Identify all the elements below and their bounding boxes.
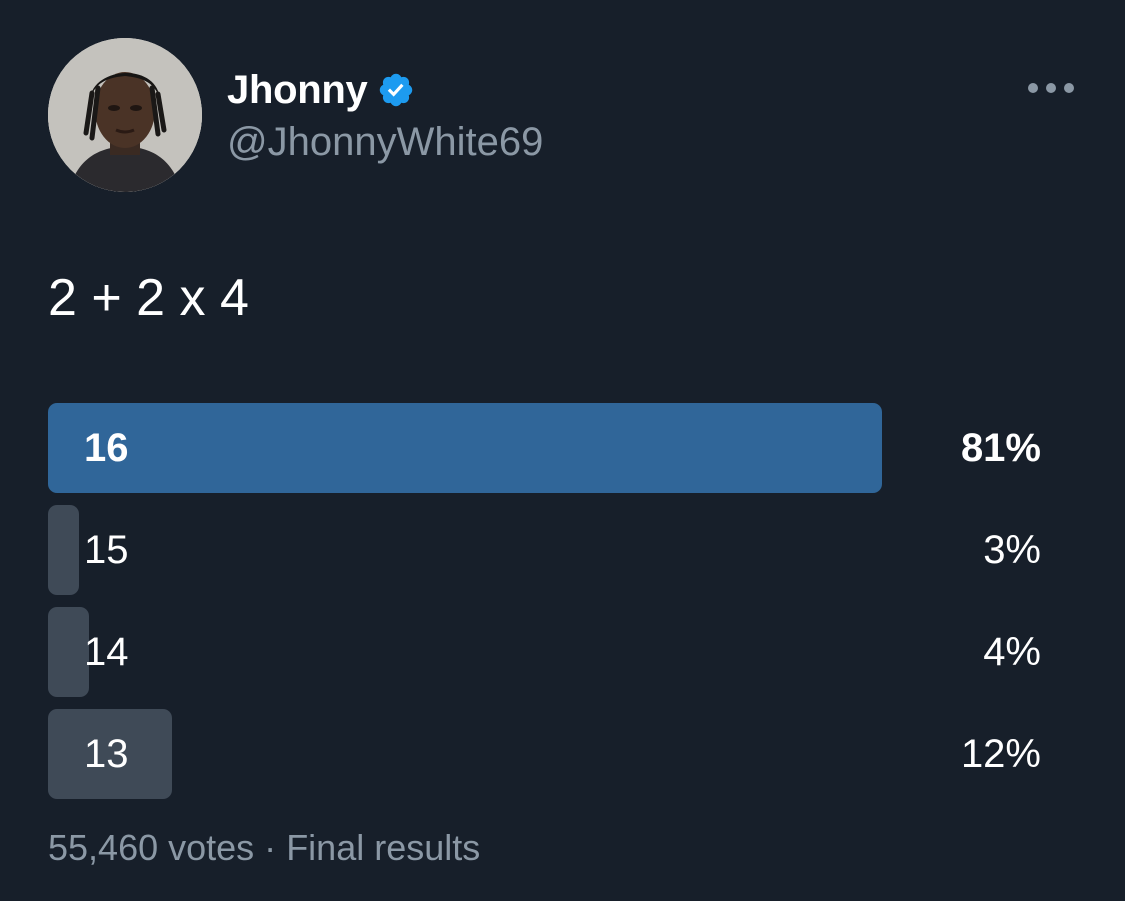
display-name-text: Jhonny bbox=[227, 68, 368, 112]
poll-option-label: 14 bbox=[84, 630, 129, 674]
author-display-name[interactable]: Jhonny bbox=[227, 66, 415, 114]
poll-option-percent: 81% bbox=[960, 426, 1041, 470]
poll-option-bar bbox=[48, 505, 79, 595]
poll-option: 16 81% bbox=[48, 403, 1043, 493]
avatar[interactable] bbox=[48, 38, 202, 192]
poll-option: 13 12% bbox=[48, 709, 1043, 799]
poll-option-label: 15 bbox=[84, 528, 129, 572]
poll-option-bar bbox=[48, 403, 882, 493]
verified-badge-icon[interactable] bbox=[377, 71, 415, 109]
poll-option-percent: 4% bbox=[983, 630, 1041, 674]
poll-footer: 55,460 votes · Final results bbox=[48, 824, 480, 872]
poll-option: 14 4% bbox=[48, 607, 1043, 697]
poll: 16 81% 15 3% 14 4% 13 12% bbox=[48, 403, 1043, 811]
poll-option-percent: 12% bbox=[960, 732, 1041, 776]
poll-option-label: 13 bbox=[84, 732, 129, 776]
dot bbox=[1028, 83, 1038, 93]
poll-option-label: 16 bbox=[84, 426, 129, 470]
poll-separator: · bbox=[264, 827, 277, 868]
poll-votes-count: 55,460 votes bbox=[48, 827, 255, 868]
tweet-text: 2 + 2 x 4 bbox=[48, 269, 249, 327]
poll-option-bar bbox=[48, 607, 89, 697]
poll-option-percent: 3% bbox=[983, 528, 1041, 572]
poll-option: 15 3% bbox=[48, 505, 1043, 595]
more-options-icon[interactable] bbox=[1028, 76, 1074, 98]
dot bbox=[1046, 83, 1056, 93]
author-handle[interactable]: @JhonnyWhite69 bbox=[227, 118, 543, 166]
dot bbox=[1064, 83, 1074, 93]
poll-status: Final results bbox=[286, 827, 481, 868]
avatar-photo bbox=[48, 38, 202, 192]
